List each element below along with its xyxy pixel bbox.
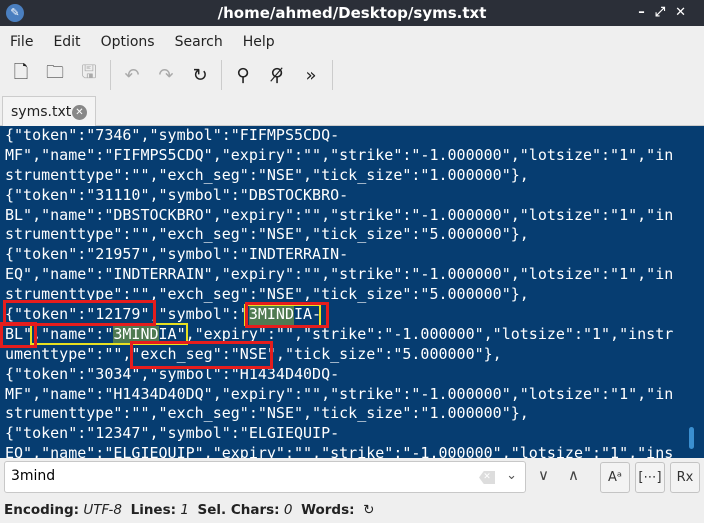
annotation-box-exch-seg: [130, 341, 273, 369]
menu-edit[interactable]: Edit: [43, 30, 90, 54]
close-button[interactable]: ✕: [675, 5, 696, 20]
regex-button[interactable]: Rx: [670, 462, 700, 493]
lines-value: 1: [180, 502, 189, 518]
undo-icon[interactable]: ↶: [115, 60, 149, 90]
title-bar: ✎ /home/ahmed/Desktop/syms.txt –⤢✕: [0, 0, 704, 26]
new-file-icon[interactable]: 🗋: [4, 60, 38, 90]
refresh-words-icon[interactable]: ↻: [363, 502, 374, 518]
text-line: MF","name":"FIFMPS5CDQ","expiry":"","str…: [5, 145, 674, 164]
text-line: {"token":"12347","symbol":"ELGIEQUIP-: [5, 424, 340, 443]
toolbar-divider: [110, 60, 111, 90]
text-line: BL","name":"DBSTOCKBRO","expiry":"","str…: [5, 205, 674, 224]
more-icon[interactable]: »: [294, 60, 328, 90]
text-lines: {"token":"7346","symbol":"FIFMPS5CDQ- MF"…: [5, 126, 673, 458]
maximize-button[interactable]: ⤢: [655, 5, 675, 20]
close-tab-icon[interactable]: ✕: [72, 105, 87, 120]
vertical-scrollbar[interactable]: [689, 427, 694, 449]
menu-bar: File Edit Options Search Help: [0, 30, 285, 54]
tab-bar: syms.txt ✕: [0, 94, 704, 127]
toolbar-divider: [221, 60, 222, 90]
text-line: MF","name":"H1434D40DQ","expiry":"","str…: [5, 384, 674, 403]
find-replace-icon[interactable]: ⚲̸: [260, 60, 294, 90]
encoding-value: UTF-8: [83, 502, 122, 518]
find-previous-icon[interactable]: ∧: [568, 466, 579, 484]
annotation-box-symbol: [245, 302, 329, 328]
tab-label: syms.txt: [11, 104, 72, 120]
match-case-button[interactable]: Aᵃ: [600, 462, 630, 493]
find-input[interactable]: [11, 468, 471, 484]
find-next-icon[interactable]: ∨: [538, 466, 549, 484]
text-line: umenttype":"","exch_seg":"NSE","tick_siz…: [5, 344, 502, 363]
menu-file[interactable]: File: [0, 30, 43, 54]
whole-word-button[interactable]: [⋯]: [635, 462, 665, 493]
text-line: {"token":"21957","symbol":"INDTERRAIN-: [5, 245, 349, 264]
toolbar-divider: [332, 60, 333, 90]
text-editor[interactable]: {"token":"7346","symbol":"FIFMPS5CDQ- MF"…: [0, 126, 704, 458]
text-line: EQ","name":"INDTERRAIN","expiry":"","str…: [5, 265, 674, 284]
tab-syms-txt[interactable]: syms.txt ✕: [2, 96, 96, 127]
menu-options[interactable]: Options: [91, 30, 165, 54]
window-title: /home/ahmed/Desktop/syms.txt: [217, 4, 487, 22]
reload-icon[interactable]: ↻: [183, 60, 217, 90]
text-line: {"token":"3034","symbol":"H1434D40DQ-: [5, 364, 340, 383]
lines-label: Lines:: [130, 502, 177, 518]
find-icon[interactable]: ⚲: [226, 60, 260, 90]
minimize-button[interactable]: –: [638, 5, 655, 20]
toolbar: 🗋 🗀 🖫 ↶ ↷ ↻ ⚲ ⚲̸ »: [4, 58, 337, 92]
text-line: strumenttype":"","exch_seg":"NSE","tick_…: [5, 225, 529, 244]
text-line: strumenttype":"","exch_seg":"NSE","tick_…: [5, 165, 529, 184]
text-line: {"token":"31110","symbol":"DBSTOCKBRO-: [5, 185, 349, 204]
sel-chars-value: 0: [283, 502, 293, 518]
chevron-down-icon[interactable]: ⌄: [506, 468, 517, 483]
find-field[interactable]: ✕ ⌄: [4, 461, 526, 493]
text-line: {"token":"7346","symbol":"FIFMPS5CDQ-: [5, 126, 340, 144]
save-icon[interactable]: 🖫: [72, 60, 106, 90]
annotation-box-bl: [0, 322, 37, 348]
menu-search[interactable]: Search: [165, 30, 233, 54]
encoding-label: Encoding:: [4, 502, 80, 518]
redo-icon[interactable]: ↷: [149, 60, 183, 90]
text-line: EQ","name":"ELGIEQUIP","expiry":"","stri…: [5, 444, 674, 458]
text-line: strumenttype":"","exch_seg":"NSE","tick_…: [5, 404, 529, 423]
sel-chars-label: Sel. Chars:: [197, 502, 280, 518]
status-bar: Encoding: UTF-8 Lines: 1 Sel. Chars: 0 W…: [4, 502, 374, 518]
clear-icon[interactable]: ✕: [479, 471, 495, 484]
words-label: Words:: [301, 502, 355, 518]
menu-help[interactable]: Help: [233, 30, 285, 54]
app-pencil-icon: ✎: [6, 4, 24, 22]
open-file-icon[interactable]: 🗀: [38, 60, 72, 90]
